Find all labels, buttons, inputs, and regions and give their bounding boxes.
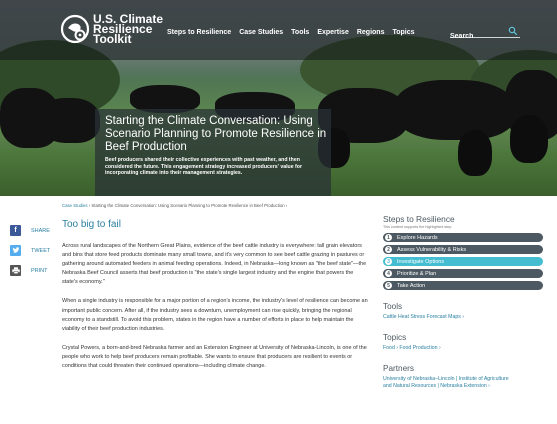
hero-cow-head — [458, 130, 492, 176]
steps-note: This content supports the highlighted st… — [383, 225, 453, 229]
nav-item-topics[interactable]: Topics — [392, 29, 414, 36]
print-icon[interactable] — [10, 265, 21, 276]
site-logo-text[interactable]: U.S. Climate Resilience Toolkit — [93, 13, 163, 46]
step-number: 1 — [385, 234, 392, 241]
share-facebook[interactable]: f SHARE — [10, 225, 52, 236]
nav-item-case-studies[interactable]: Case Studies — [239, 29, 283, 36]
step-label: Explore Hazards — [397, 234, 438, 241]
nav-item-tools[interactable]: Tools — [291, 29, 309, 36]
step-number: 5 — [385, 282, 392, 289]
step-label: Investigate Options — [397, 258, 445, 265]
step-label: Take Action — [397, 282, 426, 289]
hero-cow — [395, 80, 515, 140]
nav-item-regions[interactable]: Regions — [357, 29, 385, 36]
sidebar: Steps to Resilience This content support… — [383, 214, 543, 390]
page-subtitle: Beef producers shared their collective e… — [105, 157, 302, 177]
search-input[interactable] — [450, 33, 505, 40]
step-assess-vulnerability[interactable]: 2 Assess Vulnerability & Risks — [383, 245, 543, 254]
step-label: Prioritize & Plan — [397, 270, 437, 277]
step-explore-hazards[interactable]: 1 Explore Hazards — [383, 233, 543, 242]
search-icon[interactable] — [508, 26, 518, 36]
share-print[interactable]: PRINT — [10, 265, 52, 276]
partners-link[interactable]: University of Nebraska–Lincoln | Institu… — [383, 376, 515, 390]
article-heading: Too big to fail — [62, 219, 121, 230]
hero-cow — [40, 98, 100, 143]
tools-section: Tools Cattle Heat Stress Forecast Maps › — [383, 302, 543, 321]
hero-banner: U.S. Climate Resilience Toolkit Steps to… — [0, 0, 557, 196]
share-facebook-label[interactable]: SHARE — [31, 228, 50, 234]
breadcrumb: Case Studies › Starting the Climate Conv… — [62, 203, 287, 208]
facebook-icon[interactable]: f — [10, 225, 21, 236]
steps-title: Steps to Resilience — [383, 214, 455, 224]
site-header: U.S. Climate Resilience Toolkit Steps to… — [0, 0, 557, 60]
nav-item-steps-to-resilience[interactable]: Steps to Resilience — [167, 29, 231, 36]
step-number: 2 — [385, 246, 392, 253]
step-label: Assess Vulnerability & Risks — [397, 246, 467, 253]
article-paragraph: Across rural landscapes of the Northern … — [62, 243, 367, 286]
breadcrumb-separator: › — [285, 203, 288, 208]
partners-title: Partners — [383, 364, 414, 373]
topics-link[interactable]: Food › Food Production › — [383, 345, 515, 352]
tools-title: Tools — [383, 302, 403, 311]
share-print-label[interactable]: PRINT — [31, 268, 48, 274]
tools-link[interactable]: Cattle Heat Stress Forecast Maps › — [383, 314, 515, 321]
topics-section: Topics Food › Food Production › — [383, 333, 543, 352]
hero-title-card: Starting the Climate Conversation: Using… — [95, 109, 331, 196]
breadcrumb-separator: › — [88, 203, 91, 208]
article-body: Too big to fail Across rural landscapes … — [62, 219, 370, 381]
step-prioritize-plan[interactable]: 4 Prioritize & Plan — [383, 269, 543, 278]
step-number: 4 — [385, 270, 392, 277]
logo-line-3: Toolkit — [93, 32, 132, 46]
search-box — [450, 25, 520, 40]
share-tools: f SHARE TWEET PRINT — [10, 225, 52, 285]
page-title: Starting the Climate Conversation: Using… — [105, 115, 327, 153]
nav-item-expertise[interactable]: Expertise — [317, 29, 349, 36]
breadcrumb-root[interactable]: Case Studies — [62, 203, 88, 208]
step-take-action[interactable]: 5 Take Action — [383, 281, 543, 290]
share-twitter-label[interactable]: TWEET — [31, 248, 50, 254]
main-nav: Steps to Resilience Case Studies Tools E… — [167, 29, 423, 36]
step-investigate-options[interactable]: 3 Investigate Options — [383, 257, 543, 266]
twitter-icon[interactable] — [10, 245, 21, 256]
step-number: 3 — [385, 258, 392, 265]
article-paragraph: Crystal Powers, a born-and-bred Nebraska… — [62, 344, 367, 370]
topics-title: Topics — [383, 333, 407, 342]
article-paragraph: When a single industry is responsible fo… — [62, 298, 368, 332]
partners-section: Partners University of Nebraska–Lincoln … — [383, 364, 543, 390]
hero-cow-head — [510, 115, 548, 163]
breadcrumb-current: Starting the Climate Conversation: Using… — [91, 203, 285, 208]
share-twitter[interactable]: TWEET — [10, 245, 52, 256]
logo-icon[interactable] — [60, 14, 90, 44]
